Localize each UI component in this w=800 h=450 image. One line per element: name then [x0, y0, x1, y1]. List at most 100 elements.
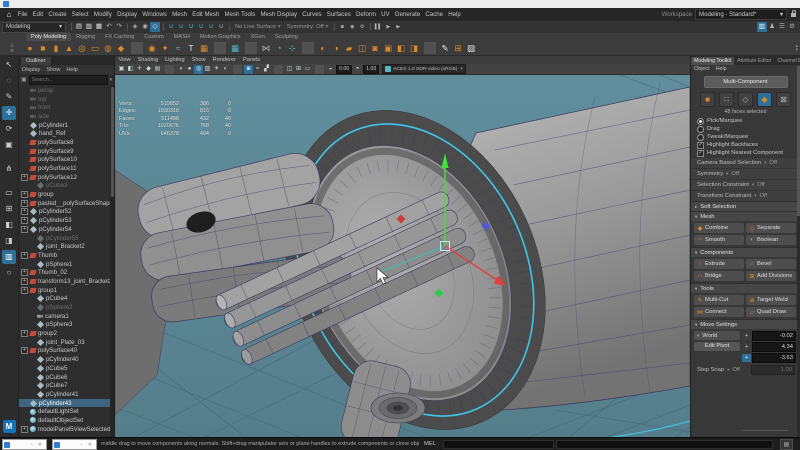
expand-toggle-icon[interactable]: +	[21, 425, 28, 433]
axis-icon[interactable]: +	[742, 332, 751, 340]
gamma-icon[interactable]: ◓	[353, 65, 362, 74]
outliner-row[interactable]: + pCube4	[19, 295, 114, 304]
isolate-select-icon[interactable]: ◫	[285, 65, 294, 74]
toolkit-button[interactable]: ◇ Separate	[746, 223, 796, 233]
outliner-row[interactable]: + pCylinder41	[19, 390, 114, 399]
textured-icon[interactable]: ▨	[203, 65, 212, 74]
select-object-icon[interactable]: ◉	[140, 22, 150, 32]
checkbox-option[interactable]: ✓ Highlight Nearest Component	[691, 149, 800, 157]
redo-icon[interactable]: ↷	[114, 22, 124, 32]
split-pane-layout-icon[interactable]: ◧	[2, 218, 16, 232]
axis-value-field[interactable]: 4.34	[752, 342, 796, 352]
divider[interactable]	[130, 42, 143, 54]
menu-item[interactable]: Generate	[392, 11, 423, 18]
script-editor-icon[interactable]: ▤	[780, 439, 793, 450]
shelf-gear-icon[interactable]: ⚙	[10, 48, 14, 53]
outliner-tab[interactable]: Outliner	[21, 57, 51, 65]
outliner-row[interactable]: + persp	[19, 86, 114, 95]
poly-sphere-icon[interactable]: ●	[24, 42, 36, 54]
dropdown-row[interactable]: Camera Based Selection ▾ Off	[691, 157, 800, 168]
step-forward-icon[interactable]: ▶	[383, 22, 393, 32]
panel-menu-item[interactable]: Lighting	[162, 57, 189, 63]
duplicate-face-icon[interactable]: ▰	[343, 42, 355, 54]
expand-toggle-icon[interactable]: +	[21, 277, 28, 285]
toolkit-button[interactable]: ⊞ Add Divisions	[746, 271, 796, 281]
shelf-tab[interactable]: XGen	[246, 33, 270, 41]
save-scene-icon[interactable]: ▦	[94, 22, 104, 32]
sidebar-tab[interactable]: Channel B	[774, 57, 800, 65]
toolkit-button[interactable]: ◐ Boolean	[746, 235, 796, 245]
menu-item[interactable]: Display	[114, 11, 139, 18]
multi-cut-shelf-icon[interactable]: ✎	[439, 42, 451, 54]
lasso-tool-icon[interactable]: ◌	[2, 74, 16, 88]
create-polygon-tool-icon[interactable]: ✦	[159, 42, 171, 54]
svg-tool-icon[interactable]: ▦	[198, 42, 210, 54]
outliner-menu-item[interactable]: Display	[19, 67, 43, 73]
outliner-row[interactable]: + pCylinder55	[19, 234, 114, 243]
no-live-surface-dropdown[interactable]: No Live Surface ▾	[232, 24, 284, 30]
floating-window-thumbnail-2[interactable]: ▫ ✕	[52, 439, 97, 450]
menu-item[interactable]: File	[15, 11, 30, 18]
divider[interactable]	[70, 23, 72, 31]
image-plane-icon[interactable]: ▤	[153, 65, 162, 74]
toolkit-button[interactable]: ▱ Quad Draw	[746, 307, 796, 317]
scale-tool-icon[interactable]: ▣	[2, 138, 16, 152]
toolkit-button[interactable]: ◆ Combine	[694, 223, 744, 233]
mel-language-toggle[interactable]: MEL	[424, 441, 436, 447]
menu-item[interactable]: Help	[446, 11, 464, 18]
sidebar-tab[interactable]: Attribute Editor	[734, 57, 774, 65]
shelf-tab[interactable]: Rigging	[71, 33, 100, 41]
outliner-row[interactable]: + defaultObjectSet	[19, 416, 114, 425]
command-line-input[interactable]	[443, 440, 554, 449]
radio-option[interactable]: Drag	[691, 125, 800, 133]
screen-space-ao-icon[interactable]: ◙	[244, 64, 253, 74]
panel-menu-item[interactable]: View	[115, 57, 134, 63]
outliner-row[interactable]: + group2	[19, 329, 114, 338]
outliner-row[interactable]: + pCube3	[19, 182, 114, 191]
filter-icon[interactable]: ▣	[21, 76, 27, 83]
lighting-icon[interactable]: ☀	[212, 65, 221, 74]
ipr-render-icon[interactable]: ◉	[347, 22, 357, 32]
toolkit-menu-item[interactable]: Help	[713, 66, 730, 72]
menu-item[interactable]: Edit Mesh	[190, 11, 222, 18]
divider[interactable]	[164, 64, 174, 74]
expand-toggle-icon[interactable]: +	[21, 269, 28, 277]
expand-toggle-icon[interactable]: +	[21, 347, 28, 355]
outliner-row[interactable]: + polySurface10	[19, 156, 114, 165]
outliner-row[interactable]: + group	[19, 190, 114, 199]
menu-item[interactable]: UV	[379, 11, 393, 18]
outliner-row[interactable]: + side	[19, 112, 114, 121]
outliner-row[interactable]: + pSphere3	[19, 321, 114, 330]
menu-item[interactable]: Deform	[353, 11, 378, 18]
toolkit-button[interactable]: ∩ Bridge	[694, 271, 744, 281]
undo-icon[interactable]: ↶	[104, 22, 114, 32]
search-input[interactable]	[28, 74, 109, 85]
menu-item[interactable]: Edit	[30, 11, 46, 18]
display-layers-icon[interactable]: ☰	[777, 22, 787, 32]
reduce-mesh-icon[interactable]: ▣	[382, 42, 394, 54]
outliner-row[interactable]: + pCylinder43	[19, 398, 114, 408]
outliner-row[interactable]: + pSphere2	[19, 303, 114, 312]
sidebar-tab[interactable]: Modeling Toolkit	[691, 57, 735, 65]
command-line-result[interactable]	[556, 440, 773, 449]
toolkit-button[interactable]: ⋈ Connect	[694, 307, 744, 317]
divider[interactable]	[273, 64, 283, 74]
gamma-field[interactable]: 1.00	[363, 64, 380, 74]
outliner-row[interactable]: + pasted__polySurfaceShape25	[19, 199, 114, 208]
symmetry-dropdown[interactable]: Symmetry: Off ▾	[284, 24, 331, 30]
bookmark-icon[interactable]: ◆	[144, 65, 153, 74]
divider[interactable]	[423, 42, 436, 54]
outliner-row[interactable]: + joint_Plate_03	[19, 338, 114, 347]
outliner-scrollbar[interactable]	[110, 85, 114, 437]
panel-menu-item[interactable]: Show	[188, 57, 209, 63]
menu-item[interactable]: Surfaces	[324, 11, 353, 18]
axis-value-field[interactable]: -0.02	[752, 331, 796, 341]
outliner-pane-layout-icon[interactable]: ◨	[2, 234, 16, 248]
open-scene-icon[interactable]: ▨	[84, 22, 94, 32]
outliner-row[interactable]: + pCylinder54	[19, 225, 114, 234]
outliner-row[interactable]: + pCylinder52	[19, 208, 114, 217]
poly-plane-icon[interactable]: ▭	[89, 42, 101, 54]
field-chart-icon[interactable]: ⊞	[294, 65, 303, 74]
quad-draw-shelf-icon[interactable]: ▨	[465, 42, 477, 54]
divider[interactable]	[244, 42, 257, 54]
